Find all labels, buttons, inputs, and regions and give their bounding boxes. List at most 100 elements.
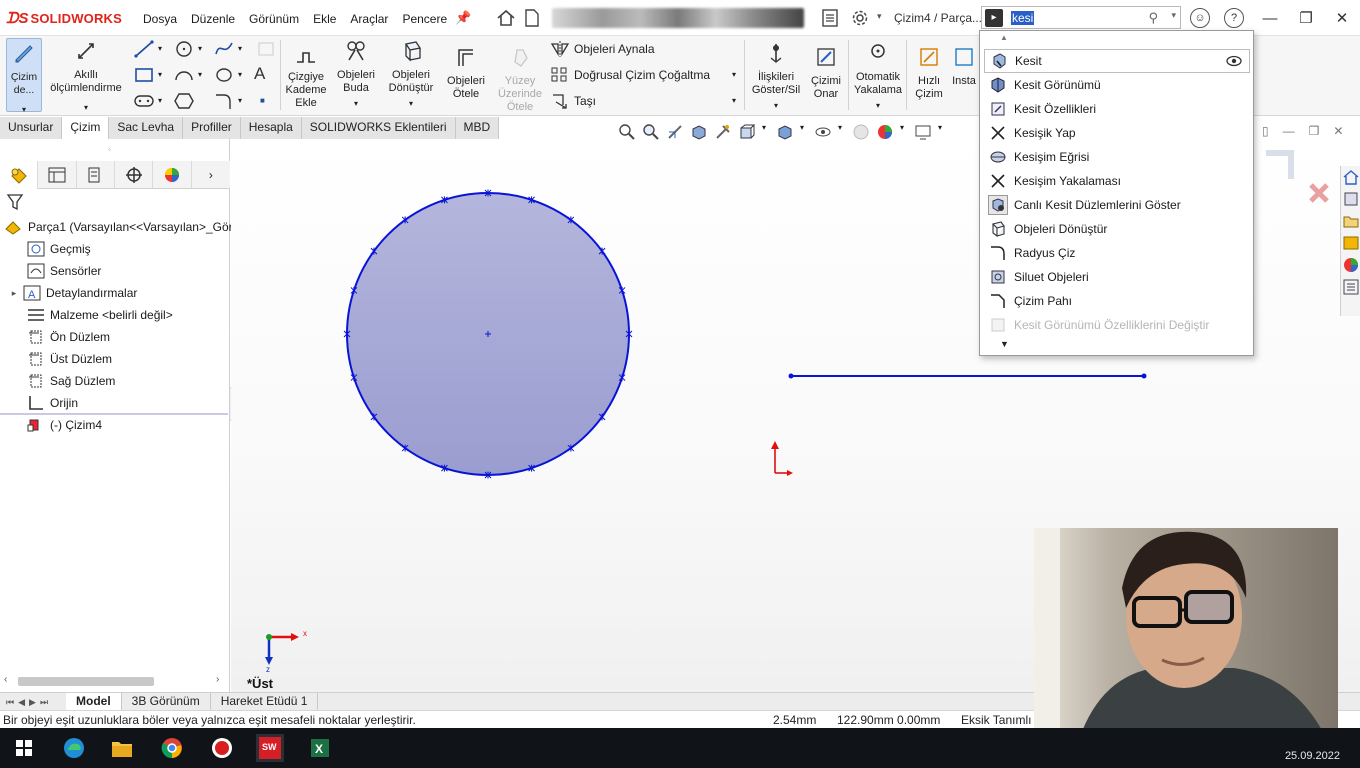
settings-gear-icon[interactable] — [851, 9, 869, 27]
doc-restore-panel-icon[interactable]: ▯ — [1262, 124, 1269, 138]
offset-on-surface-button[interactable]: Çizgiye Kademe Ekle — [284, 50, 328, 110]
doc-close-icon[interactable]: ✕ — [1333, 124, 1343, 138]
hexagon-icon[interactable] — [174, 92, 194, 110]
scroll-right-icon[interactable]: › — [216, 674, 219, 685]
tab-mbd[interactable]: MBD — [455, 117, 500, 139]
tab-3d-views[interactable]: 3B Görünüm — [122, 693, 211, 710]
menu-tools[interactable]: Araçlar — [343, 10, 395, 28]
result-section-properties[interactable]: Kesit Özellikleri — [984, 97, 1250, 121]
show-command-location-eye-icon[interactable] — [1225, 54, 1243, 71]
close-button[interactable]: ✕ — [1324, 0, 1360, 36]
display-delete-relations-button[interactable]: İlişkileri Göster/Sil ▾ — [750, 42, 802, 112]
result-live-section-planes[interactable]: Canlı Kesit Düzlemlerini Göster — [984, 193, 1250, 217]
spline-icon[interactable] — [214, 40, 234, 58]
result-section-view-2[interactable]: Kesit Görünümü — [984, 73, 1250, 97]
search-icon[interactable]: ⚲ — [1148, 10, 1158, 26]
filter-icon[interactable] — [6, 193, 24, 211]
expand-arrow-icon[interactable]: ▸ — [6, 288, 22, 299]
solidworks-taskbar-icon[interactable]: SW — [256, 734, 284, 762]
result-sketch-fillet[interactable]: Radyus Çiz — [984, 241, 1250, 265]
pin-icon[interactable]: 📌 — [455, 10, 471, 26]
move-dropdown-icon[interactable]: ▾ — [732, 96, 736, 105]
panel-collapse-handle[interactable]: ◦ — [108, 145, 111, 154]
tree-item-history[interactable]: Geçmiş — [26, 238, 91, 260]
text-icon[interactable]: A — [254, 64, 265, 84]
windows-start-icon[interactable] — [10, 734, 38, 762]
settings-dropdown-icon[interactable]: ▾ — [877, 11, 882, 22]
tree-item-sketch4[interactable]: (-) Çizim4 — [26, 414, 102, 436]
first-tab-icon[interactable]: ⏮ — [6, 697, 14, 708]
exit-sketch-button[interactable]: Çizim de... ▾ — [8, 42, 40, 116]
result-sketch-chamfer[interactable]: Çizim Pahı — [984, 289, 1250, 313]
result-convert-entities[interactable]: Objeleri Dönüştür — [984, 217, 1250, 241]
rapid-sketch-button[interactable]: Hızlı Çizim — [910, 46, 948, 101]
convert-entities-button[interactable]: Objeleri Dönüştür ▾ — [384, 40, 438, 110]
tab-sketch[interactable]: Çizim — [62, 117, 110, 139]
solidworks-logo[interactable]: ᗪS SOLIDWORKS — [6, 8, 122, 28]
arc-icon[interactable] — [174, 66, 194, 84]
tab-sheet-metal[interactable]: Sac Levha — [109, 117, 184, 139]
move-entities-button[interactable]: Taşı — [550, 92, 596, 110]
file-explorer-icon[interactable] — [1342, 212, 1360, 232]
menu-view[interactable]: Görünüm — [242, 10, 306, 28]
mirror-entities-button[interactable]: Objeleri Aynala — [550, 40, 655, 58]
prev-tab-icon[interactable]: ◀ — [18, 697, 25, 708]
menu-insert[interactable]: Ekle — [306, 10, 343, 28]
circle-icon[interactable] — [174, 40, 194, 58]
dimxpert-tab-icon[interactable] — [115, 161, 154, 189]
confirm-exit-icon[interactable] — [1266, 150, 1294, 179]
maximize-button[interactable]: ❐ — [1288, 0, 1324, 36]
feature-tree-tab-icon[interactable] — [0, 161, 39, 189]
tree-item-top-plane[interactable]: Üst Düzlem — [26, 348, 112, 370]
tree-root-part[interactable]: Parça1 (Varsayılan<<Varsayılan>_Gör — [4, 216, 233, 238]
repair-sketch-button[interactable]: Çizimi Onar — [806, 46, 846, 101]
scroll-thumb[interactable] — [18, 677, 154, 686]
custom-properties-icon[interactable] — [1342, 278, 1360, 298]
help-icon[interactable]: ? — [1224, 8, 1244, 28]
scroll-down-icon[interactable]: ▼ — [1000, 339, 1009, 349]
doc-maximize-icon[interactable]: ❐ — [1309, 124, 1320, 138]
plane-point-icon[interactable]: ■ — [260, 96, 265, 105]
chrome-icon[interactable] — [158, 734, 186, 762]
tab-motion-study[interactable]: Hareket Etüdü 1 — [211, 693, 319, 710]
screen-recorder-icon[interactable] — [208, 734, 236, 762]
view-palette-icon[interactable] — [1342, 234, 1360, 254]
design-library-icon[interactable] — [1342, 190, 1360, 210]
result-intersect-snap[interactable]: Kesişim Yakalaması — [984, 169, 1250, 193]
search-commands-box[interactable]: ▸ kesi ⚲ ▾ — [981, 6, 1181, 29]
feature-tree-hscrollbar[interactable]: ‹ › — [0, 674, 230, 688]
result-section-view[interactable]: Kesit — [984, 49, 1250, 73]
more-tabs-chevron-icon[interactable]: › — [192, 161, 230, 189]
search-dropdown-icon[interactable]: ▾ — [1171, 10, 1176, 21]
display-manager-tab-icon[interactable] — [153, 161, 192, 189]
property-manager-tab-icon[interactable] — [38, 161, 77, 189]
sketch-fillet-icon[interactable] — [214, 92, 234, 110]
offset-entities-button[interactable]: Objeleri Ötele — [442, 46, 490, 101]
instant-2d-button[interactable]: Insta — [950, 46, 978, 88]
new-document-icon[interactable] — [524, 8, 540, 28]
tree-item-annotations[interactable]: ▸ A Detaylandırmalar — [6, 282, 137, 304]
appearances-icon[interactable] — [1342, 256, 1360, 276]
result-silhouette-entities[interactable]: Siluet Objeleri — [984, 265, 1250, 289]
slot-icon[interactable] — [134, 92, 154, 110]
line-endpoint[interactable] — [1141, 373, 1147, 379]
tree-item-front-plane[interactable]: Ön Düzlem — [26, 326, 110, 348]
configuration-manager-tab-icon[interactable] — [77, 161, 116, 189]
scroll-up-icon[interactable]: ▲ — [1000, 33, 1008, 42]
tab-features[interactable]: Unsurlar — [0, 117, 63, 139]
menu-window[interactable]: Pencere — [395, 10, 454, 28]
quick-snaps-button[interactable]: Otomatik Yakalama ▾ — [852, 42, 904, 112]
home-icon[interactable] — [496, 8, 516, 28]
tab-model[interactable]: Model — [66, 693, 122, 710]
menu-edit[interactable]: Düzenle — [184, 10, 242, 28]
result-intersect[interactable]: Kesişik Yap — [984, 121, 1250, 145]
tree-item-right-plane[interactable]: Sağ Düzlem — [26, 370, 115, 392]
tab-weldments[interactable]: Profiller — [183, 117, 241, 139]
result-intersection-curve[interactable]: Kesişim Eğrisi — [984, 145, 1250, 169]
search-input[interactable]: kesi — [1011, 10, 1035, 25]
options-list-icon[interactable] — [822, 9, 838, 27]
menu-file[interactable]: Dosya — [136, 10, 184, 28]
smart-dimension-button[interactable]: Akıllı ölçümlendirme ▾ — [46, 40, 126, 114]
tab-addins[interactable]: SOLIDWORKS Eklentileri — [301, 117, 456, 139]
pattern-dropdown-icon[interactable]: ▾ — [732, 70, 736, 79]
